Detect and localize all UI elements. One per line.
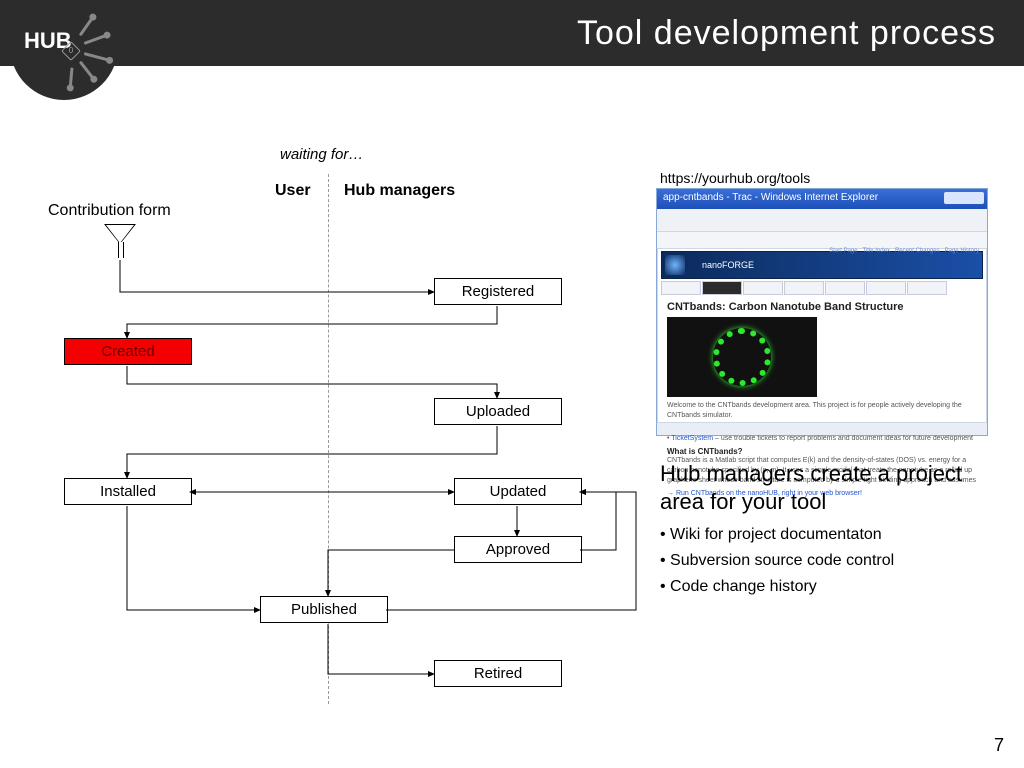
state-retired: Retired [434, 660, 562, 687]
feature-bullets: Wiki for project documentaton Subversion… [660, 522, 894, 600]
slide-title: Tool development process [577, 14, 996, 53]
hub-url: https://yourhub.org/tools [660, 170, 810, 186]
bullet-item: Wiki for project documentaton [660, 522, 894, 548]
bullet-item: Subversion source code control [660, 548, 894, 574]
right-heading: Hub managers create a project area for y… [660, 460, 990, 516]
header-bar: Tool development process [0, 0, 1024, 66]
funnel-icon [104, 224, 136, 244]
contribution-form-label: Contribution form [48, 202, 171, 220]
diagram-stage: waiting for… User Hub managers Contribut… [0, 66, 1024, 768]
state-registered: Registered [434, 278, 562, 305]
browser-screenshot: app-cntbands - Trac - Windows Internet E… [656, 188, 988, 436]
state-uploaded: Uploaded [434, 398, 562, 425]
waiting-for-label: waiting for… [280, 146, 363, 163]
page-number: 7 [994, 735, 1004, 756]
screenshot-thumbnail [667, 317, 817, 397]
screenshot-titlebar: app-cntbands - Trac - Windows Internet E… [657, 189, 987, 209]
state-created: Created [64, 338, 192, 365]
swimlane-divider [328, 174, 329, 704]
state-installed: Installed [64, 478, 192, 505]
column-user-label: User [275, 182, 311, 200]
state-published: Published [260, 596, 388, 623]
state-approved: Approved [454, 536, 582, 563]
screenshot-banner: nanoFORGE [661, 251, 983, 279]
screenshot-page-title: CNTbands: Carbon Nanotube Band Structure [667, 301, 977, 313]
bullet-item: Code change history [660, 574, 894, 600]
column-managers-label: Hub managers [344, 182, 455, 200]
state-updated: Updated [454, 478, 582, 505]
